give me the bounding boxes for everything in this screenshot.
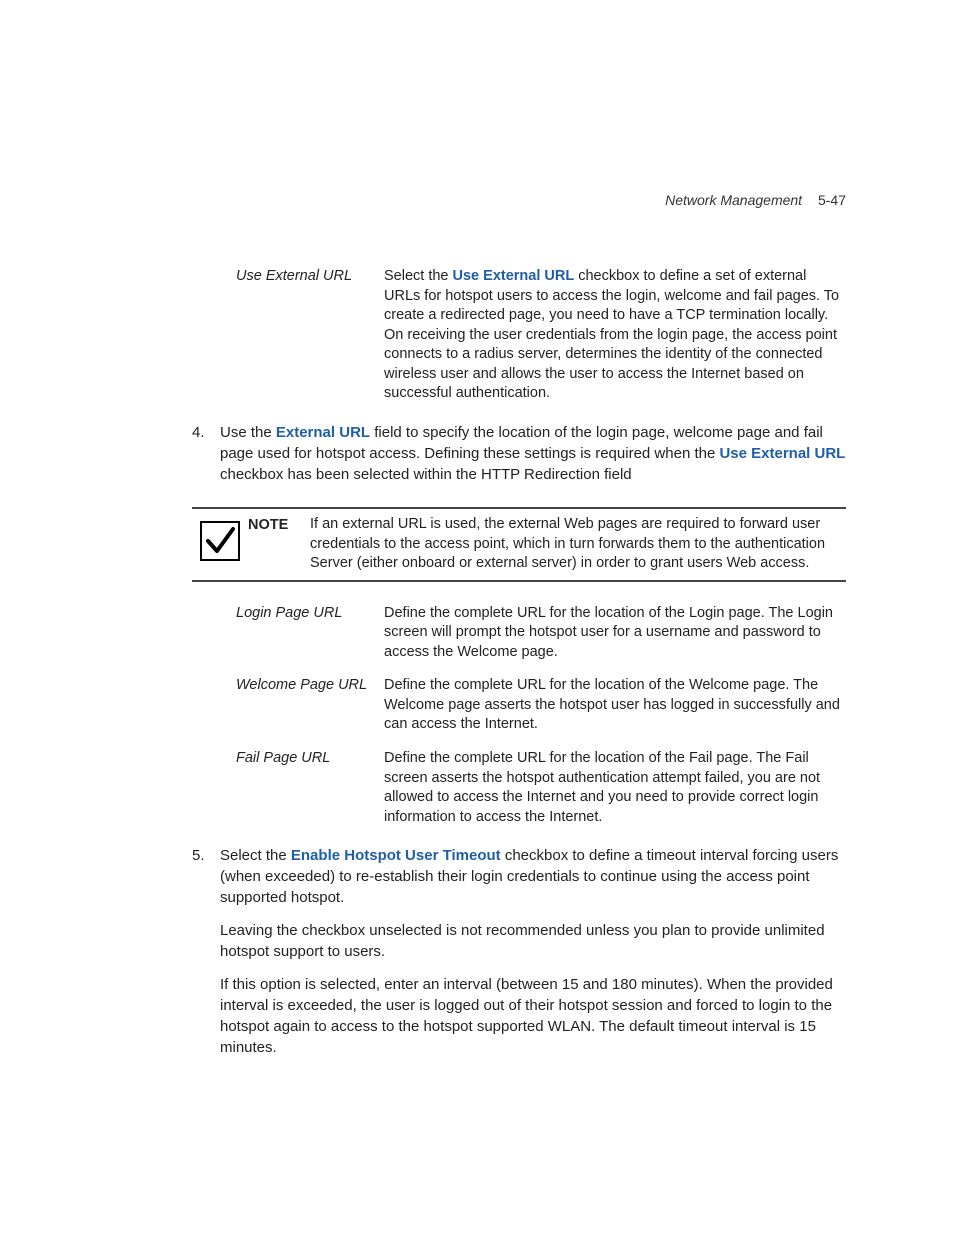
definition-description: Define the complete URL for the location…	[384, 676, 846, 735]
definition-term: Welcome Page URL	[236, 676, 384, 735]
page: Network Management 5-47 Use External URL…	[0, 0, 954, 1235]
definition-row: Fail Page URL Define the complete URL fo…	[236, 749, 846, 827]
running-header: Network Management 5-47	[665, 192, 846, 208]
text: checkbox has been selected within the HT…	[220, 466, 632, 483]
definition-term: Fail Page URL	[236, 749, 384, 827]
ui-term: Enable Hotspot User Timeout	[291, 847, 501, 864]
ui-term: Use External URL	[453, 268, 575, 284]
note-label: NOTE	[248, 515, 310, 533]
definition-description: Define the complete URL for the location…	[384, 604, 846, 663]
paragraph: Leaving the checkbox unselected is not r…	[220, 920, 846, 962]
step-body: Select the Enable Hotspot User Timeout c…	[220, 845, 846, 1070]
step-number: 5.	[192, 845, 220, 1070]
step-item: 4. Use the External URL field to specify…	[192, 422, 846, 497]
note-text: If an external URL is used, the external…	[310, 515, 846, 574]
definition-table: Use External URL Select the Use External…	[236, 267, 846, 404]
definition-row: Welcome Page URL Define the complete URL…	[236, 676, 846, 735]
text: Select the	[384, 268, 453, 284]
text: checkbox to define a set of external URL…	[384, 268, 839, 401]
definition-description: Define the complete URL for the location…	[384, 749, 846, 827]
header-section: Network Management	[665, 192, 802, 208]
definition-term: Login Page URL	[236, 604, 384, 663]
ui-term: External URL	[276, 424, 370, 441]
ui-term: Use External URL	[719, 445, 845, 462]
header-page-number: 5-47	[818, 192, 846, 208]
step-body: Use the External URL field to specify th…	[220, 422, 846, 497]
step-item: 5. Select the Enable Hotspot User Timeou…	[192, 845, 846, 1070]
definition-row: Use External URL Select the Use External…	[236, 267, 846, 404]
text: Use the	[220, 424, 276, 441]
step-number: 4.	[192, 422, 220, 497]
definition-term: Use External URL	[236, 267, 384, 404]
checkmark-icon	[192, 515, 248, 561]
definition-description: Select the Use External URL checkbox to …	[384, 267, 846, 404]
text: Select the	[220, 847, 291, 864]
definition-table: Login Page URL Define the complete URL f…	[236, 604, 846, 828]
note-callout: NOTE If an external URL is used, the ext…	[192, 507, 846, 582]
definition-row: Login Page URL Define the complete URL f…	[236, 604, 846, 663]
page-content: Use External URL Select the Use External…	[108, 267, 846, 1070]
paragraph: If this option is selected, enter an int…	[220, 974, 846, 1058]
